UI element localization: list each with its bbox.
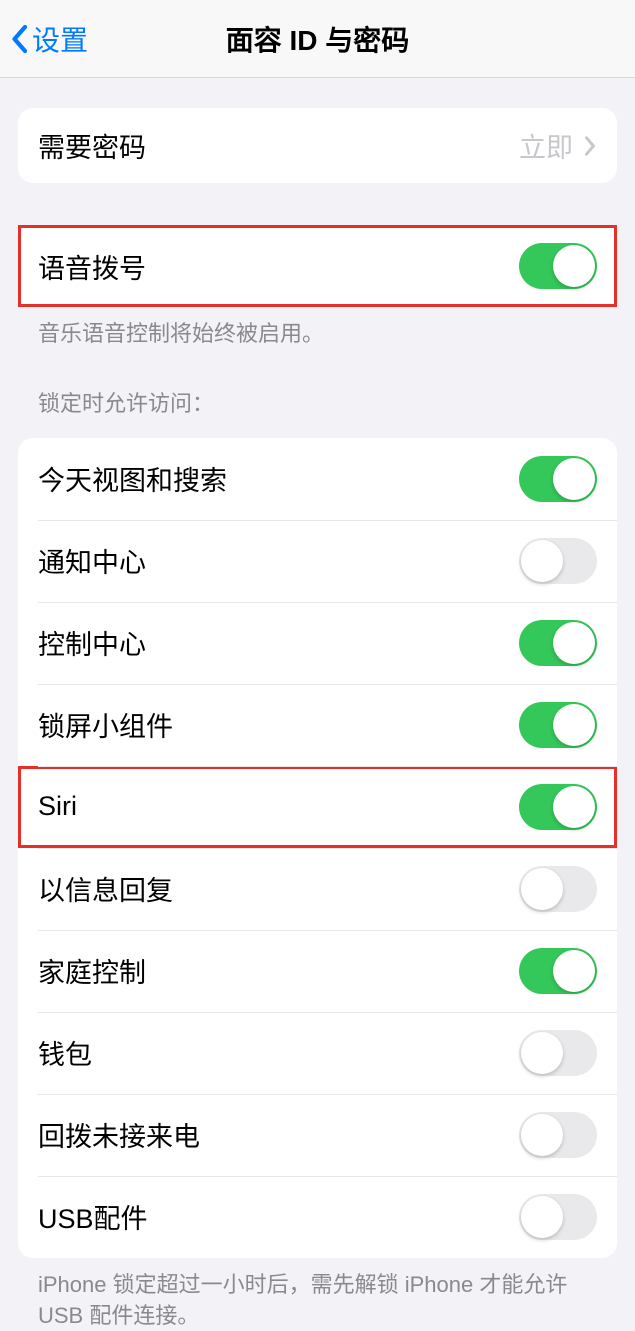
return-missed-calls-toggle[interactable] bbox=[519, 1112, 597, 1158]
chevron-right-icon bbox=[583, 134, 597, 158]
chevron-left-icon bbox=[10, 24, 28, 54]
return-missed-calls-row: 回拨未接来电 bbox=[18, 1094, 617, 1176]
home-control-label: 家庭控制 bbox=[38, 951, 146, 990]
notification-center-toggle[interactable] bbox=[519, 538, 597, 584]
home-control-row: 家庭控制 bbox=[18, 930, 617, 1012]
wallet-toggle[interactable] bbox=[519, 1030, 597, 1076]
require-passcode-label: 需要密码 bbox=[38, 126, 146, 165]
require-passcode-value: 立即 bbox=[519, 126, 573, 165]
voice-dial-footer: 音乐语音控制将始终被启用。 bbox=[0, 307, 635, 350]
siri-row: Siri bbox=[18, 766, 617, 848]
locked-access-group: 今天视图和搜索通知中心控制中心锁屏小组件 Siri 以信息回复家庭控制钱包回拨未接来… bbox=[18, 438, 617, 1258]
today-view-search-row: 今天视图和搜索 bbox=[18, 438, 617, 520]
control-center-toggle[interactable] bbox=[519, 620, 597, 666]
usb-accessories-toggle[interactable] bbox=[519, 1194, 597, 1240]
siri-label: Siri bbox=[38, 791, 77, 822]
require-passcode-group: 需要密码 立即 bbox=[18, 108, 617, 183]
locked-access-footer: iPhone 锁定超过一小时后，需先解锁 iPhone 才能允许 USB 配件连… bbox=[0, 1258, 635, 1331]
usb-accessories-label: USB配件 bbox=[38, 1197, 148, 1236]
voice-dial-group: 语音拨号 bbox=[18, 225, 617, 307]
control-center-row: 控制中心 bbox=[18, 602, 617, 684]
require-passcode-row[interactable]: 需要密码 立即 bbox=[18, 108, 617, 183]
siri-toggle[interactable] bbox=[519, 784, 597, 830]
wallet-label: 钱包 bbox=[38, 1033, 92, 1072]
today-view-search-toggle[interactable] bbox=[519, 456, 597, 502]
lock-screen-widgets-label: 锁屏小组件 bbox=[38, 705, 173, 744]
lock-screen-widgets-toggle[interactable] bbox=[519, 702, 597, 748]
control-center-label: 控制中心 bbox=[38, 623, 146, 662]
back-button[interactable]: 设置 bbox=[10, 19, 88, 59]
today-view-search-label: 今天视图和搜索 bbox=[38, 459, 227, 498]
voice-dial-label: 语音拨号 bbox=[38, 247, 146, 286]
voice-dial-toggle[interactable] bbox=[519, 243, 597, 289]
notification-center-row: 通知中心 bbox=[18, 520, 617, 602]
voice-dial-row: 语音拨号 bbox=[18, 225, 617, 307]
back-label: 设置 bbox=[32, 19, 88, 59]
notification-center-label: 通知中心 bbox=[38, 541, 146, 580]
home-control-toggle[interactable] bbox=[519, 948, 597, 994]
reply-with-message-label: 以信息回复 bbox=[38, 869, 173, 908]
navigation-bar: 设置 面容 ID 与密码 bbox=[0, 0, 635, 78]
page-title: 面容 ID 与密码 bbox=[226, 19, 410, 59]
return-missed-calls-label: 回拨未接来电 bbox=[38, 1115, 200, 1154]
reply-with-message-toggle[interactable] bbox=[519, 866, 597, 912]
lock-screen-widgets-row: 锁屏小组件 bbox=[18, 684, 617, 766]
locked-access-header: 锁定时允许访问： bbox=[0, 386, 635, 426]
wallet-row: 钱包 bbox=[18, 1012, 617, 1094]
usb-accessories-row: USB配件 bbox=[18, 1176, 617, 1258]
reply-with-message-row: 以信息回复 bbox=[18, 848, 617, 930]
